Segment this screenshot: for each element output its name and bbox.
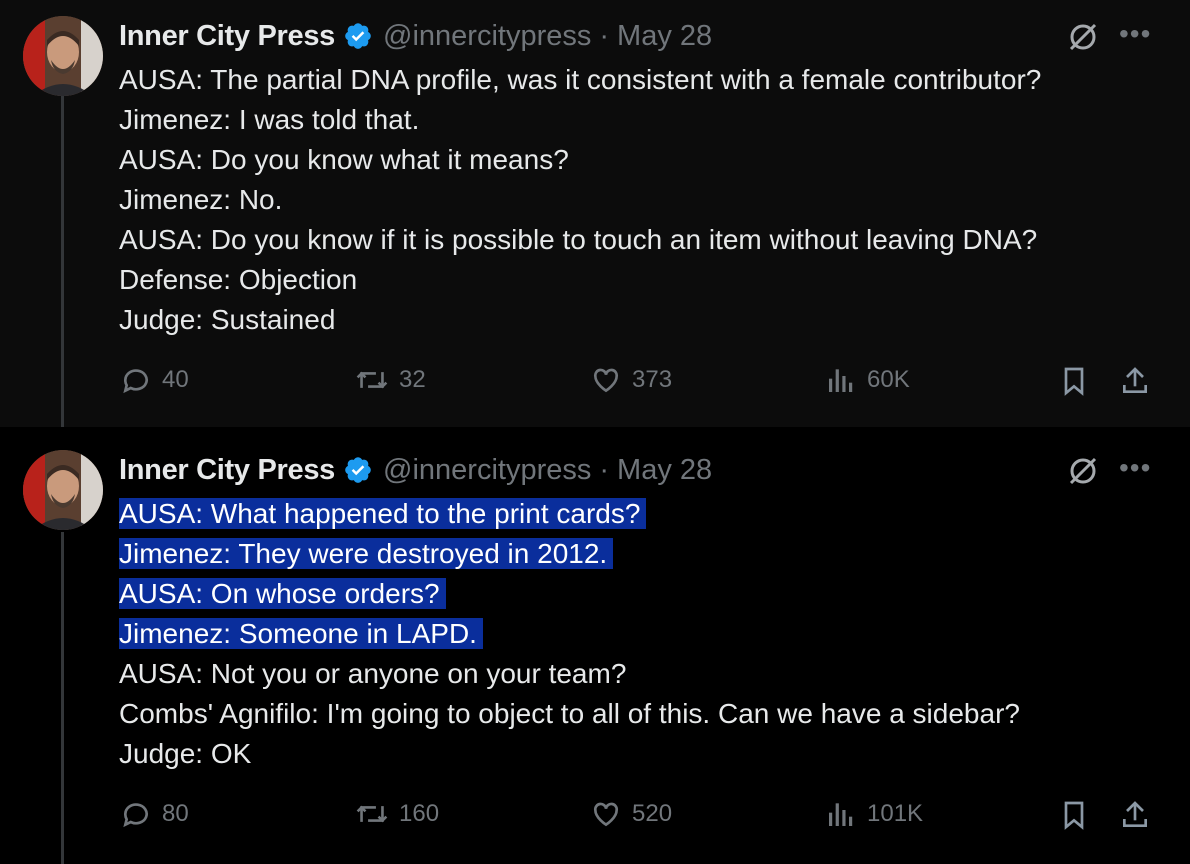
views-count: 101K (867, 800, 924, 827)
share-button[interactable] (1119, 364, 1161, 398)
like-button[interactable]: 373 (590, 364, 672, 396)
grok-icon[interactable] (1066, 20, 1100, 59)
like-count: 373 (632, 366, 673, 393)
like-count: 520 (632, 800, 673, 827)
reply-button[interactable]: 40 (120, 364, 189, 396)
tweet-line: Defense: Objection (119, 264, 358, 295)
bookmark-icon (1064, 367, 1084, 396)
tweet-text: AUSA: The partial DNA profile, was it co… (119, 60, 1041, 340)
reply-count: 40 (162, 366, 189, 393)
avatar[interactable] (23, 16, 103, 96)
share-button[interactable] (1119, 798, 1161, 832)
like-button[interactable]: 520 (590, 798, 672, 830)
tweet-line: Jimenez: I was told that. (119, 104, 420, 135)
repost-icon (356, 371, 388, 389)
tweet-line: AUSA: Not you or anyone on your team? (119, 658, 627, 689)
repost-button[interactable]: 32 (355, 364, 426, 396)
tweet-actions: 40 32 373 60K (0, 364, 1190, 404)
grok-icon[interactable] (1066, 454, 1100, 493)
views-count: 60K (867, 366, 910, 393)
tweet-text: AUSA: What happened to the print cards? … (119, 494, 1020, 774)
tweet-line: AUSA: The partial DNA profile, was it co… (119, 64, 1042, 95)
separator-dot: · (599, 453, 610, 486)
avatar[interactable] (23, 450, 103, 530)
repost-count: 32 (399, 366, 426, 393)
tweet-date[interactable]: May 28 (617, 20, 712, 53)
like-icon (593, 368, 619, 393)
repost-icon (356, 805, 388, 823)
more-icon[interactable]: ••• (1119, 452, 1151, 484)
author-name[interactable]: Inner City Press (119, 20, 335, 53)
tweet-line: Judge: Sustained (119, 304, 336, 335)
author-handle[interactable]: @innercitypress (383, 454, 591, 487)
tweet-line: AUSA: Do you know what it means? (119, 144, 569, 175)
separator-dot: · (599, 19, 610, 52)
share-icon (1123, 801, 1147, 827)
views-button[interactable]: 60K (825, 364, 910, 396)
author-handle[interactable]: @innercitypress (383, 20, 591, 53)
tweet-line-selected: Jimenez: Someone in LAPD. (119, 618, 483, 649)
views-button[interactable]: 101K (825, 798, 923, 830)
tweet-header: Inner City Press @innercitypress · May 2… (119, 450, 712, 490)
verified-badge-icon[interactable] (343, 21, 373, 51)
bookmark-button[interactable] (1058, 364, 1100, 398)
tweet-date[interactable]: May 28 (617, 454, 712, 487)
tweet-line-selected: AUSA: On whose orders? (119, 578, 446, 609)
author-name[interactable]: Inner City Press (119, 454, 335, 487)
more-icon[interactable]: ••• (1119, 18, 1151, 50)
tweet-line: AUSA: Do you know if it is possible to t… (119, 224, 1038, 255)
tweet[interactable]: Inner City Press @innercitypress · May 2… (0, 427, 1190, 864)
repost-count: 160 (399, 800, 440, 827)
repost-button[interactable]: 160 (355, 798, 439, 830)
reply-count: 80 (162, 800, 189, 827)
like-icon (593, 802, 619, 827)
views-icon (829, 803, 853, 826)
tweet-line: Judge: OK (119, 738, 252, 769)
bookmark-icon (1064, 801, 1084, 830)
tweet-line: Combs' Agnifilo: I'm going to object to … (119, 698, 1020, 729)
reply-icon (123, 803, 148, 828)
share-icon (1123, 367, 1147, 393)
bookmark-button[interactable] (1058, 798, 1100, 832)
tweet-line-selected: Jimenez: They were destroyed in 2012. (119, 538, 614, 569)
tweet[interactable]: Inner City Press @innercitypress · May 2… (0, 0, 1190, 427)
views-icon (829, 369, 853, 392)
tweet-line: Jimenez: No. (119, 184, 283, 215)
tweet-header: Inner City Press @innercitypress · May 2… (119, 16, 712, 56)
tweet-line-selected: AUSA: What happened to the print cards? (119, 498, 647, 529)
verified-badge-icon[interactable] (343, 455, 373, 485)
reply-button[interactable]: 80 (120, 798, 189, 830)
reply-icon (123, 369, 148, 394)
tweet-actions: 80 160 520 101K (0, 798, 1190, 838)
